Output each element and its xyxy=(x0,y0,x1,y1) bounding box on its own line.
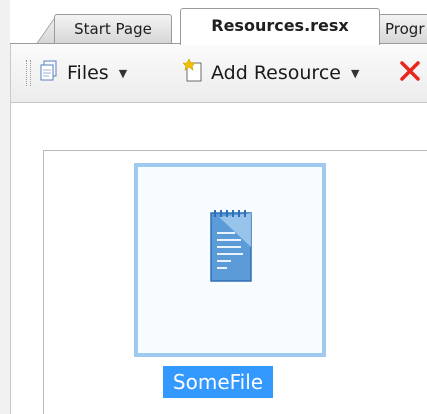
files-dropdown-button[interactable]: Files ▼ xyxy=(39,60,127,86)
tab-label: Resources.resx xyxy=(211,16,349,35)
resource-editor-window: Start Page Resources.resx Progr Files ▼ xyxy=(0,0,427,414)
dropdown-arrow-icon: ▼ xyxy=(350,66,360,80)
add-resource-icon xyxy=(182,57,205,88)
toolbar-grip[interactable] xyxy=(26,60,31,86)
resource-file-tile[interactable] xyxy=(134,163,326,357)
add-resource-label: Add Resource xyxy=(211,62,341,84)
resource-file-name[interactable]: SomeFile xyxy=(163,366,273,398)
tab-label: Start Page xyxy=(74,20,152,38)
add-resource-dropdown-button[interactable]: Add Resource ▼ xyxy=(182,57,360,88)
files-label: Files xyxy=(67,62,109,84)
tab-label: Progr xyxy=(385,20,425,38)
tab-program[interactable]: Progr xyxy=(378,14,427,43)
tab-start-page[interactable]: Start Page xyxy=(54,14,172,43)
files-icon xyxy=(39,60,61,87)
resource-toolbar: Files ▼ Add Resource ▼ xyxy=(11,44,427,103)
delete-icon xyxy=(399,60,421,87)
delete-button[interactable] xyxy=(399,60,421,86)
tab-resources-resx[interactable]: Resources.resx xyxy=(180,8,380,45)
document-tab-strip: Start Page Resources.resx Progr xyxy=(10,0,427,45)
dropdown-arrow-icon: ▼ xyxy=(118,66,128,80)
window-edge xyxy=(0,0,11,414)
text-file-icon xyxy=(201,207,261,291)
